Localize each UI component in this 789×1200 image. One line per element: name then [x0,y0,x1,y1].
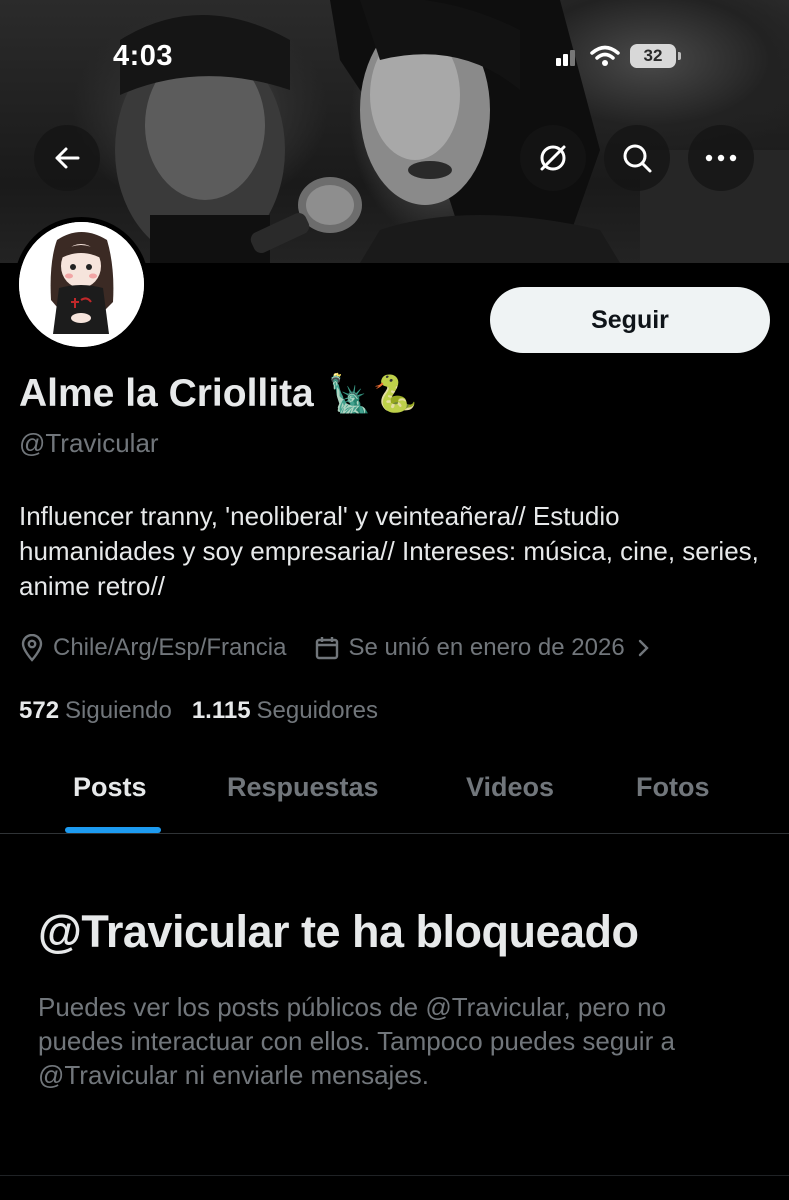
search-button[interactable] [604,125,670,191]
calendar-icon [316,637,339,660]
display-name: Alme la Criollita 🗽🐍 [19,372,417,416]
location: Chile/Arg/Esp/Francia [19,634,286,662]
tab-respuestas[interactable]: Respuestas [227,772,379,803]
search-icon [623,144,652,173]
grok-button[interactable] [520,125,586,191]
following-label: Siguiendo [65,697,172,724]
back-button[interactable] [34,125,100,191]
follow-counts: 572 Siguiendo 1.115 Seguidores [19,697,378,725]
battery-indicator: 32 [630,44,681,68]
tab-posts[interactable]: Posts [73,772,147,803]
avatar[interactable] [14,217,149,352]
followers-count: 1.115 [191,697,251,724]
name-emojis: 🗽🐍 [327,373,418,414]
location-pin-icon [21,634,43,662]
active-tab-indicator [65,827,161,833]
back-arrow-icon [55,147,80,169]
followers-label: Seguidores [256,697,378,724]
following-link[interactable]: 572 Siguiendo [19,697,172,725]
blocked-title: @Travicular te ha bloqueado [38,906,639,957]
avatar-image [19,222,144,347]
signal-icon [556,50,575,66]
profile-banner[interactable]: 4:03 32 [0,0,789,263]
profile-meta: Chile/Arg/Esp/Francia Se unió en enero d… [19,634,653,662]
display-name-text: Alme la Criollita [19,372,314,415]
divider [0,1175,789,1176]
more-button[interactable] [688,125,754,191]
more-icon [705,154,737,162]
joined-date[interactable]: Se unió en enero de 2026 [314,634,652,662]
profile-page: 4:03 32 Seguir Alme la Criollita 🗽🐍 @Tra… [0,0,789,1200]
blocked-description: Puedes ver los posts públicos de @Travic… [38,992,675,1090]
profile-tabs: Posts Respuestas Videos Fotos [0,760,789,834]
followers-link[interactable]: 1.115 Seguidores [192,697,378,725]
profile-handle: @Travicular [19,428,159,458]
following-count: 572 [19,697,60,724]
profile-bio: Influencer tranny, 'neoliberal' y veinte… [19,501,759,601]
location-text: Chile/Arg/Esp/Francia [53,634,287,661]
tab-fotos[interactable]: Fotos [636,772,710,803]
status-time: 4:03 [113,40,174,72]
follow-button[interactable]: Seguir [490,287,770,353]
grok-icon [540,145,566,171]
joined-text: Se unió en enero de 2026 [348,634,625,661]
tab-videos[interactable]: Videos [466,772,554,803]
status-icons: 32 [556,44,681,68]
chevron-right-icon [638,639,649,657]
wifi-icon [590,45,620,66]
